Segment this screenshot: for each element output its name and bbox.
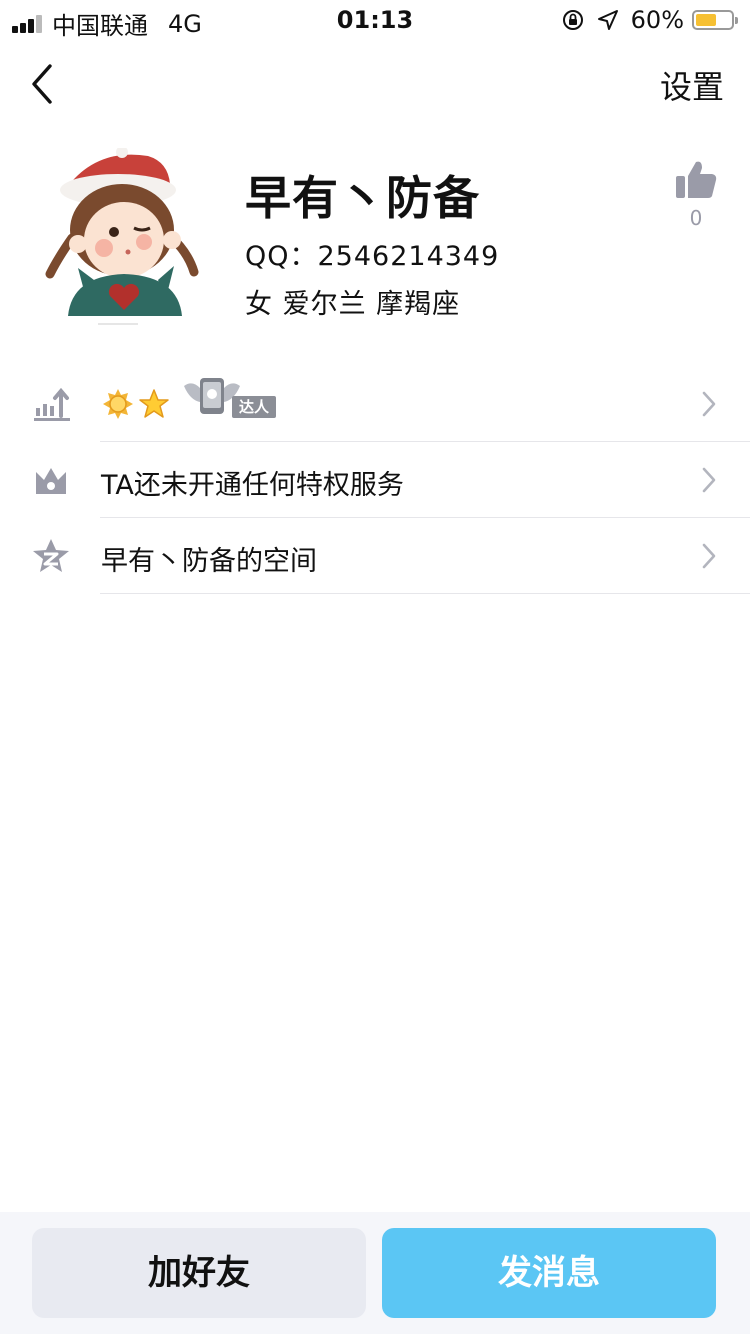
nickname: 早有丶防备 — [245, 171, 480, 225]
level-up-icon — [34, 387, 70, 421]
privilege-row[interactable]: TA还未开通任何特权服务 — [0, 442, 750, 518]
send-message-button[interactable]: 发消息 — [382, 1228, 716, 1318]
avatar[interactable] — [38, 146, 210, 330]
crown-icon — [36, 468, 66, 494]
qq-number: QQ：2546214349 — [245, 241, 500, 272]
qzone-label: 早有丶防备的空间 — [101, 546, 317, 577]
status-bar: 中国联通 4G 01:13 60% — [0, 0, 750, 40]
add-friend-button[interactable]: 加好友 — [32, 1228, 366, 1318]
daren-badge: 达人 — [182, 378, 278, 424]
star-badge-icon — [139, 389, 169, 418]
level-row[interactable]: 达人 — [0, 366, 750, 442]
back-button[interactable] — [26, 62, 66, 106]
battery-icon — [692, 10, 738, 30]
thumbs-up-icon — [676, 161, 717, 198]
row-divider — [100, 593, 750, 594]
sun-badge-icon — [103, 389, 133, 419]
qzone-row[interactable]: 早有丶防备的空间 — [0, 518, 750, 594]
level-badges: 达人 — [102, 378, 278, 424]
like-count: 0 — [689, 206, 703, 230]
avatar-illustration — [45, 146, 199, 325]
chevron-right-icon — [702, 467, 716, 493]
location-icon — [597, 10, 618, 30]
battery-fill — [696, 14, 716, 26]
qzone-star-icon — [33, 539, 69, 572]
settings-button[interactable]: 设置 — [660, 62, 724, 108]
status-right: 60% — [561, 6, 738, 34]
chevron-right-icon — [702, 543, 716, 569]
rotation-lock-icon — [562, 10, 583, 30]
daren-label: 达人 — [232, 396, 276, 418]
battery-percent: 60% — [630, 6, 684, 34]
chevron-left-icon — [32, 64, 52, 104]
like-button[interactable]: 0 — [670, 158, 722, 230]
privilege-label: TA还未开通任何特权服务 — [101, 470, 404, 501]
profile-info: 女 爱尔兰 摩羯座 — [245, 289, 461, 320]
chevron-right-icon — [702, 391, 716, 417]
bottom-action-bar: 加好友 发消息 — [0, 1212, 750, 1334]
